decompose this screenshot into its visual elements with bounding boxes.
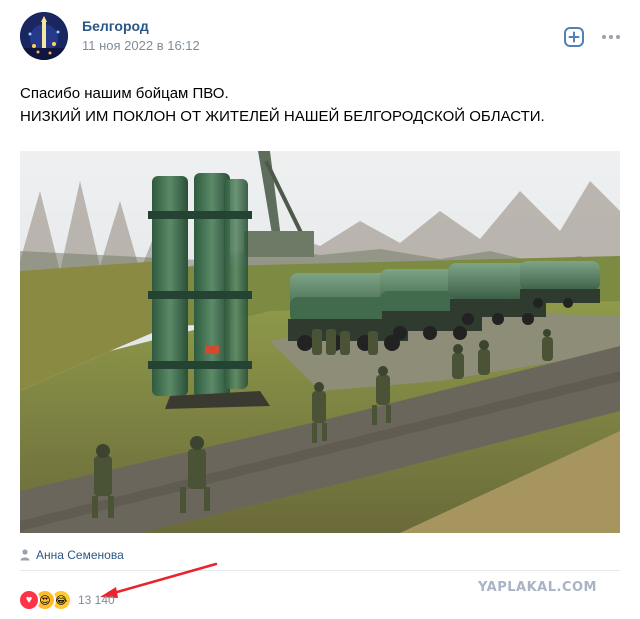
plus-square-icon bbox=[564, 27, 584, 47]
avatar-image bbox=[20, 12, 68, 60]
reactions-summary[interactable]: ♥ 😍 😂 13 140 bbox=[18, 589, 115, 611]
post-date[interactable]: 11 ноя 2022 в 16:12 bbox=[82, 38, 200, 53]
post-text-line-2: НИЗКИЙ ИМ ПОКЛОН ОТ ЖИТЕЛЕЙ НАШЕЙ БЕЛГОР… bbox=[20, 108, 545, 125]
post-text-line-1: Спасибо нашим бойцам ПВО. bbox=[20, 85, 229, 102]
add-to-bookmarks-button[interactable] bbox=[563, 26, 585, 48]
heart-reaction-icon: ♥ bbox=[18, 589, 40, 611]
group-name-link[interactable]: Белгород bbox=[82, 18, 149, 34]
more-options-button[interactable] bbox=[600, 26, 622, 48]
reaction-count: 13 140 bbox=[78, 593, 115, 607]
watermark: YAPLAKAL.COM bbox=[478, 580, 597, 595]
user-icon bbox=[20, 549, 30, 561]
air-defense-photo bbox=[20, 151, 620, 533]
group-avatar[interactable] bbox=[20, 12, 68, 60]
ellipsis-icon bbox=[602, 35, 620, 39]
post-photo[interactable] bbox=[20, 151, 620, 533]
post-text: Спасибо нашим бойцам ПВО. НИЗКИЙ ИМ ПОКЛ… bbox=[20, 82, 620, 128]
